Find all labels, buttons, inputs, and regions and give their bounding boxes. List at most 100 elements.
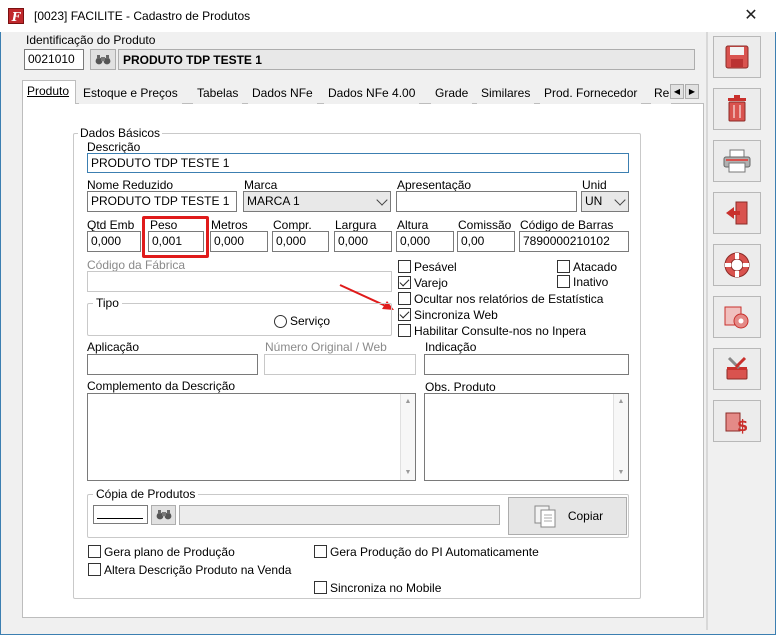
atacado-checkbox[interactable]: [557, 260, 570, 273]
servico-radio[interactable]: [274, 315, 287, 328]
marca-select[interactable]: MARCA 1: [243, 191, 391, 212]
codigo-barras-field[interactable]: 7890000210102: [519, 231, 629, 252]
search-product-button[interactable]: [90, 49, 116, 70]
price-icon: $: [725, 412, 748, 435]
unid-select[interactable]: UN: [581, 191, 629, 212]
tab-estoque-precos[interactable]: Estoque e Preços: [79, 83, 182, 104]
peso-label: Peso: [150, 218, 178, 232]
tab-similares[interactable]: Similares: [477, 83, 535, 104]
inativo-checkbox[interactable]: [557, 275, 570, 288]
complemento-textarea[interactable]: ▲ ▼: [87, 393, 416, 481]
tab-tabelas[interactable]: Tabelas: [193, 83, 243, 104]
codigo-fabrica-label: Código da Fábrica: [87, 258, 186, 272]
copia-produtos-legend: Cópia de Produtos: [93, 487, 199, 501]
tab-dados-nfe[interactable]: Dados NFe: [248, 83, 317, 104]
exit-icon: [726, 201, 748, 225]
peso-field[interactable]: 0,001: [148, 231, 204, 252]
price-button[interactable]: $: [713, 400, 761, 442]
svg-text:$: $: [737, 416, 748, 435]
tab-produto[interactable]: Produto: [22, 80, 76, 104]
save-button[interactable]: [713, 36, 761, 78]
consulte-nos-checkbox[interactable]: [398, 324, 411, 337]
copia-product-display: [179, 505, 500, 525]
copiar-button[interactable]: Copiar: [508, 497, 627, 535]
compr-label: Compr.: [273, 218, 312, 232]
metros-label: Metros: [211, 218, 248, 232]
close-button[interactable]: ✕: [740, 6, 762, 26]
atacado-label: Atacado: [573, 260, 618, 274]
largura-field[interactable]: 0,000: [334, 231, 392, 252]
aplicacao-field[interactable]: [87, 354, 258, 375]
obs-produto-textarea[interactable]: ▲ ▼: [424, 393, 629, 481]
toolbar-divider: [706, 32, 708, 630]
dados-basicos-legend: Dados Básicos: [78, 126, 163, 140]
varejo-label: Varejo: [414, 276, 448, 290]
tools-button[interactable]: [713, 348, 761, 390]
numero-original-field[interactable]: [264, 354, 416, 375]
comissao-label: Comissão: [458, 218, 512, 232]
copy-documents-icon: [534, 505, 556, 528]
exit-button[interactable]: [713, 192, 761, 234]
pesavel-label: Pesável: [414, 260, 457, 274]
identificacao-label: Identificação do Produto: [26, 33, 156, 47]
copiar-label: Copiar: [567, 509, 604, 523]
settings-button[interactable]: [713, 296, 761, 338]
tab-scroll-left[interactable]: ◀: [670, 84, 684, 99]
chevron-down-icon: [376, 194, 388, 206]
binoculars-icon: [95, 54, 111, 64]
gera-plano-label: Gera plano de Produção: [104, 545, 235, 559]
metros-field[interactable]: 0,000: [210, 231, 268, 252]
altura-field[interactable]: 0,000: [396, 231, 454, 252]
unid-label: Unid: [582, 178, 607, 192]
help-button[interactable]: [713, 244, 761, 286]
complemento-scrollbar[interactable]: ▲ ▼: [400, 394, 415, 480]
delete-button[interactable]: [713, 88, 761, 130]
unid-value: UN: [585, 194, 603, 208]
indicacao-label: Indicação: [425, 340, 477, 354]
sincroniza-web-label: Sincroniza Web: [414, 308, 498, 322]
sincroniza-mobile-label: Sincroniza no Mobile: [330, 581, 442, 595]
app-icon: F: [8, 8, 24, 24]
indicacao-field[interactable]: [424, 354, 629, 375]
product-code-field[interactable]: 0021010: [24, 49, 84, 70]
servico-label: Serviço: [290, 314, 331, 328]
product-name-display: PRODUTO TDP TESTE 1: [118, 49, 695, 70]
comissao-field[interactable]: 0,00: [457, 231, 515, 252]
numero-original-label: Número Original / Web: [265, 340, 387, 354]
copia-code-field[interactable]: [93, 505, 148, 524]
qtd-emb-field[interactable]: 0,000: [87, 231, 141, 252]
obs-produto-label: Obs. Produto: [425, 380, 496, 394]
copia-search-button[interactable]: [151, 505, 176, 525]
descricao-field[interactable]: PRODUTO TDP TESTE 1: [87, 153, 629, 173]
codigo-barras-label: Código de Barras: [520, 218, 614, 232]
aplicacao-label: Aplicação: [87, 340, 140, 354]
tab-grade[interactable]: Grade: [431, 83, 473, 104]
chevron-down-icon: [614, 194, 626, 206]
tipo-group: [87, 303, 392, 336]
gear-icon: [724, 306, 749, 329]
altera-descricao-label: Altera Descrição Produto na Venda: [104, 563, 292, 577]
sincroniza-web-checkbox[interactable]: [398, 308, 411, 321]
window-title: [0023] FACILITE - Cadastro de Produtos: [34, 9, 251, 23]
tab-scroll-right[interactable]: ▶: [685, 84, 699, 99]
altera-descricao-checkbox[interactable]: [88, 563, 101, 576]
varejo-checkbox[interactable]: [398, 276, 411, 289]
gera-producao-pi-label: Gera Produção do PI Automaticamente: [330, 545, 539, 559]
tab-prod-fornecedor[interactable]: Prod. Fornecedor: [540, 83, 642, 104]
altura-label: Altura: [397, 218, 429, 232]
lifebuoy-icon: [724, 252, 750, 278]
gera-producao-pi-checkbox[interactable]: [314, 545, 327, 558]
apresentacao-field[interactable]: [396, 191, 577, 212]
gera-plano-checkbox[interactable]: [88, 545, 101, 558]
tools-icon: [726, 356, 748, 380]
ocultar-estatistica-label: Ocultar nos relatórios de Estatística: [414, 292, 604, 306]
tab-overflow[interactable]: Re: [651, 83, 671, 104]
ocultar-estatistica-checkbox[interactable]: [398, 292, 411, 305]
sincroniza-mobile-checkbox[interactable]: [314, 581, 327, 594]
print-button[interactable]: [713, 140, 761, 182]
pesavel-checkbox[interactable]: [398, 260, 411, 273]
nome-reduzido-field[interactable]: PRODUTO TDP TESTE 1: [87, 191, 237, 212]
obs-scrollbar[interactable]: ▲ ▼: [613, 394, 628, 480]
compr-field[interactable]: 0,000: [272, 231, 329, 252]
tab-dados-nfe-400[interactable]: Dados NFe 4.00: [324, 83, 420, 104]
